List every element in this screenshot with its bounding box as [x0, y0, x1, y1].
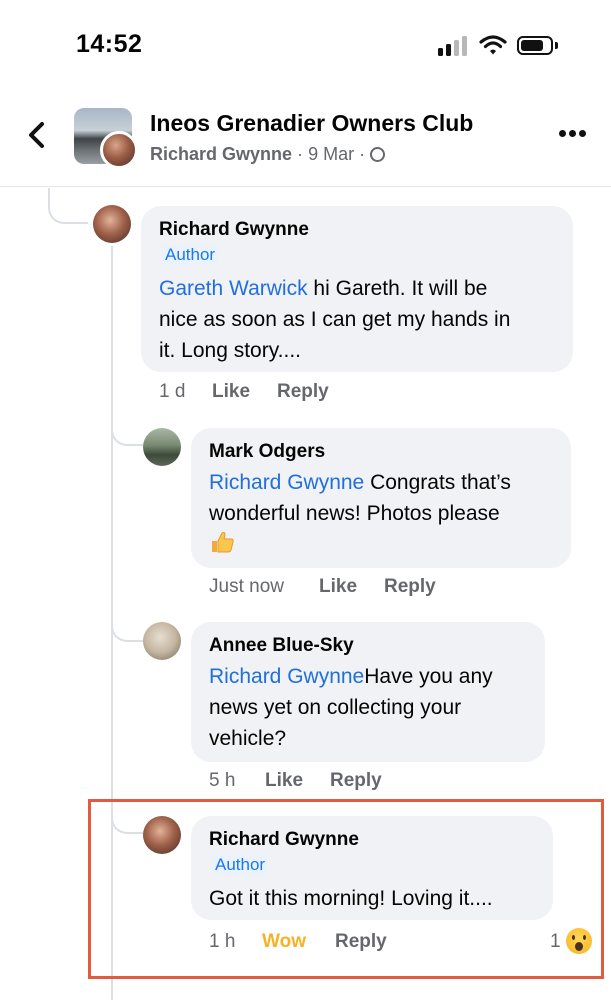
wow-reaction-button[interactable]: Wow [262, 931, 306, 953]
thread-connector [111, 606, 143, 642]
comment-actions: 1 d Like Reply [159, 381, 459, 405]
comment-text: Richard Gwynne Congrats that’s wonderful… [209, 467, 569, 560]
comment-author[interactable]: Mark Odgers [209, 441, 325, 463]
commenter-avatar[interactable] [143, 622, 181, 660]
commenter-avatar[interactable] [143, 428, 181, 466]
separator-dot: · [297, 144, 304, 164]
comment-bubble: Mark Odgers Richard Gwynne Congrats that… [191, 428, 571, 568]
reaction-count[interactable]: 1 [550, 931, 561, 953]
author-badge: Author [162, 245, 219, 265]
like-button[interactable]: Like [319, 576, 357, 598]
reply-button[interactable]: Reply [277, 381, 329, 403]
reply-button[interactable]: Reply [384, 576, 436, 598]
comment-bubble: Richard Gwynne Author Gareth Warwick hi … [141, 206, 573, 372]
comment-text: Got it this morning! Loving it.... [209, 887, 493, 910]
poster-avatar[interactable] [100, 131, 138, 169]
post-subtitle: Richard Gwynne · 9 Mar · [150, 144, 386, 165]
comment-bubble: Richard Gwynne Author Got it this mornin… [191, 816, 553, 920]
comment-author[interactable]: Richard Gwynne [159, 219, 309, 241]
back-arrow-icon[interactable] [22, 118, 52, 152]
more-options-icon[interactable] [559, 130, 587, 138]
comment-time[interactable]: 1 h [209, 931, 235, 953]
mention-link[interactable]: Richard Gwynne [209, 471, 364, 494]
mention-link[interactable]: Gareth Warwick [159, 277, 308, 300]
comment-time[interactable]: Just now [209, 576, 284, 598]
comment-actions: 1 h Wow Reply [209, 931, 509, 955]
like-button[interactable]: Like [265, 770, 303, 792]
wow-emoji-icon[interactable] [566, 928, 592, 954]
reply-button[interactable]: Reply [335, 931, 387, 953]
status-time: 14:52 [76, 30, 143, 58]
comment-author[interactable]: Annee Blue-Sky [209, 635, 354, 657]
comment-time[interactable]: 5 h [209, 770, 235, 792]
reply-button[interactable]: Reply [330, 770, 382, 792]
comment-text: Gareth Warwick hi Gareth. It will be nic… [159, 277, 511, 362]
comment-actions: 5 h Like Reply [209, 770, 509, 794]
commenter-avatar[interactable] [93, 205, 131, 243]
comment-author[interactable]: Richard Gwynne [209, 829, 359, 851]
post-date[interactable]: 9 Mar [308, 144, 354, 164]
like-button[interactable]: Like [212, 381, 250, 403]
mention-link[interactable]: Richard Gwynne [209, 665, 364, 688]
comment-actions: Just now Like Reply [209, 576, 509, 600]
poster-name[interactable]: Richard Gwynne [150, 144, 292, 164]
thread-connector [111, 410, 143, 446]
separator-dot: · [359, 144, 366, 164]
battery-icon [517, 36, 553, 55]
thread-connector [48, 188, 88, 224]
thumbs-up-emoji-icon [212, 531, 234, 553]
group-title[interactable]: Ineos Grenadier Owners Club [150, 110, 473, 137]
battery-tip [555, 42, 558, 49]
header-divider [0, 186, 611, 187]
comment-text: Richard GwynneHave you any news yet on c… [209, 665, 493, 750]
wifi-icon [479, 35, 507, 55]
commenter-avatar[interactable] [143, 816, 181, 854]
author-badge: Author [212, 855, 269, 875]
cellular-signal-icon [438, 36, 470, 56]
comment-bubble: Annee Blue-Sky Richard GwynneHave you an… [191, 622, 545, 762]
comment-time[interactable]: 1 d [159, 381, 185, 403]
globe-icon [370, 147, 386, 162]
